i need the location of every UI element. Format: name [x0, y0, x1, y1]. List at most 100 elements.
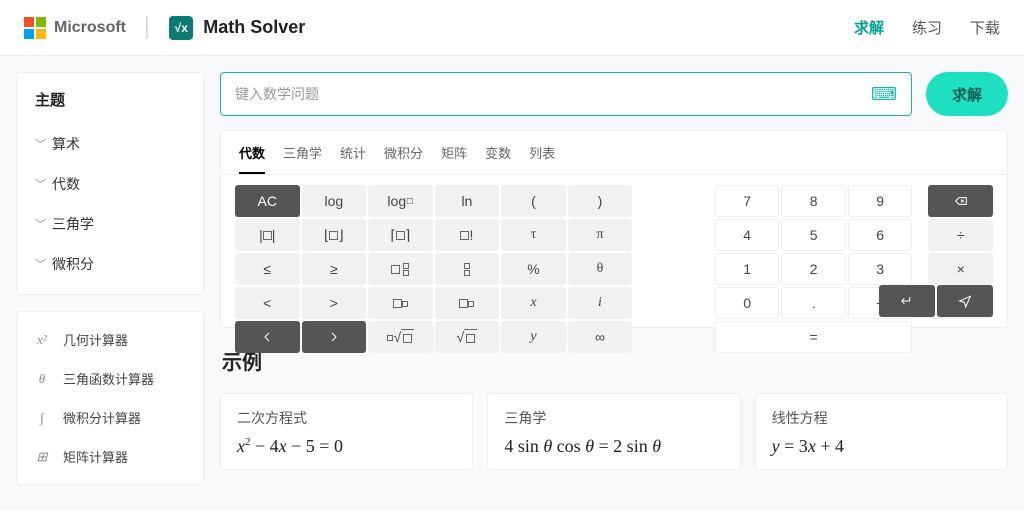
- topic-arithmetic[interactable]: ﹀算术: [35, 124, 185, 164]
- calc-trig[interactable]: θ三角函数计算器: [17, 359, 203, 398]
- backspace-icon: [953, 193, 969, 209]
- example-equation: y = 3x + 4: [772, 436, 991, 457]
- matrix-icon: ⊞: [33, 449, 51, 465]
- calc-label: 几何计算器: [63, 330, 128, 349]
- chevron-down-icon: ﹀: [35, 176, 46, 192]
- nav-practice[interactable]: 练习: [912, 17, 942, 38]
- example-name: 二次方程式: [237, 408, 456, 428]
- brand[interactable]: √x Math Solver: [169, 16, 305, 40]
- key-divide[interactable]: ÷: [928, 219, 993, 251]
- key-leq[interactable]: ≤: [235, 253, 300, 285]
- chevron-down-icon: ﹀: [35, 136, 46, 152]
- calc-matrix[interactable]: ⊞矩阵计算器: [17, 437, 203, 476]
- chevron-down-icon: ﹀: [35, 256, 46, 272]
- key-log[interactable]: log: [302, 185, 367, 217]
- key-enter[interactable]: [879, 285, 935, 317]
- key-7[interactable]: 7: [715, 185, 780, 217]
- key-abs[interactable]: ||: [235, 219, 300, 251]
- nav-solve[interactable]: 求解: [854, 17, 884, 38]
- calc-geometry[interactable]: x² 几何计算器: [17, 320, 203, 359]
- topic-trig[interactable]: ﹀ 三角学: [35, 204, 185, 244]
- key-6[interactable]: 6: [848, 219, 913, 251]
- kb-tab-stats[interactable]: 统计: [340, 143, 366, 174]
- microsoft-logo[interactable]: Microsoft: [24, 17, 126, 39]
- key-left[interactable]: [235, 321, 300, 353]
- main: ⌨ 求解 代数 三角学 统计 微积分 矩阵 变数 列表 AC log log☐ …: [220, 72, 1008, 485]
- kb-tab-algebra[interactable]: 代数: [239, 143, 265, 174]
- header: Microsoft │ √x Math Solver 求解 练习 下载: [0, 0, 1024, 56]
- key-nthroot[interactable]: √: [368, 321, 433, 353]
- microsoft-text: Microsoft: [54, 19, 126, 37]
- calc-calculus[interactable]: ∫微积分计算器: [17, 398, 203, 437]
- key-0[interactable]: 0: [715, 287, 780, 319]
- key-y[interactable]: y: [501, 321, 566, 353]
- key-4[interactable]: 4: [715, 219, 780, 251]
- key-8[interactable]: 8: [781, 185, 846, 217]
- example-name: 线性方程: [772, 408, 991, 428]
- key-backspace[interactable]: [928, 185, 993, 217]
- key-lt[interactable]: <: [235, 287, 300, 319]
- key-ac[interactable]: AC: [235, 185, 300, 217]
- keyboard-tabs: 代数 三角学 统计 微积分 矩阵 变数 列表: [221, 131, 1007, 175]
- key-dot[interactable]: .: [781, 287, 846, 319]
- x-squared-icon: x²: [33, 332, 51, 348]
- math-input[interactable]: [235, 86, 871, 102]
- kb-tab-trig[interactable]: 三角学: [283, 143, 322, 174]
- input-row: ⌨ 求解: [220, 72, 1008, 116]
- key-ceil[interactable]: ⌈⌉: [368, 219, 433, 251]
- example-trig[interactable]: 三角学 4 sin θ cos θ = 2 sin θ: [487, 393, 740, 470]
- key-multiply[interactable]: ×: [928, 253, 993, 285]
- example-linear[interactable]: 线性方程 y = 3x + 4: [755, 393, 1008, 470]
- example-equation: 4 sin θ cos θ = 2 sin θ: [504, 436, 723, 457]
- key-log-base[interactable]: log☐: [368, 185, 433, 217]
- kb-tab-calc[interactable]: 微积分: [384, 143, 423, 174]
- key-9[interactable]: 9: [848, 185, 913, 217]
- calc-label: 微积分计算器: [63, 408, 141, 427]
- key-mixed-frac[interactable]: [368, 253, 433, 285]
- key-theta[interactable]: θ: [568, 253, 633, 285]
- key-3[interactable]: 3: [848, 253, 913, 285]
- math-input-box[interactable]: ⌨: [220, 72, 912, 116]
- key-right[interactable]: [302, 321, 367, 353]
- key-2[interactable]: 2: [781, 253, 846, 285]
- examples-row: 二次方程式 x2 − 4x − 5 = 0 三角学 4 sin θ cos θ …: [220, 393, 1008, 470]
- key-power[interactable]: [435, 287, 500, 319]
- topic-label: 代数: [52, 174, 80, 194]
- topic-calculus[interactable]: ﹀微积分: [35, 244, 185, 284]
- key-gt[interactable]: >: [302, 287, 367, 319]
- key-percent[interactable]: %: [501, 253, 566, 285]
- key-pi[interactable]: π: [568, 219, 633, 251]
- key-5[interactable]: 5: [781, 219, 846, 251]
- kb-tab-matrix[interactable]: 矩阵: [441, 143, 467, 174]
- key-geq[interactable]: ≥: [302, 253, 367, 285]
- key-factorial[interactable]: !: [435, 219, 500, 251]
- keyboard-icon[interactable]: ⌨: [871, 84, 897, 105]
- math-solver-icon: √x: [169, 16, 193, 40]
- key-subscript[interactable]: [368, 287, 433, 319]
- send-icon: [957, 293, 973, 309]
- key-lparen[interactable]: (: [501, 185, 566, 217]
- key-floor[interactable]: ⌊⌋: [302, 219, 367, 251]
- key-ln[interactable]: ln: [435, 185, 500, 217]
- solve-button[interactable]: 求解: [926, 72, 1008, 116]
- kb-tab-var[interactable]: 变数: [485, 143, 511, 174]
- key-i[interactable]: i: [568, 287, 633, 319]
- key-x[interactable]: x: [501, 287, 566, 319]
- topic-algebra[interactable]: ﹀ 代数: [35, 164, 185, 204]
- key-infinity[interactable]: ∞: [568, 321, 633, 353]
- key-sqrt[interactable]: √: [435, 321, 500, 353]
- example-name: 三角学: [504, 408, 723, 428]
- key-1[interactable]: 1: [715, 253, 780, 285]
- key-frac[interactable]: [435, 253, 500, 285]
- topic-label: 三角学: [52, 214, 94, 234]
- kb-tab-list[interactable]: 列表: [529, 143, 555, 174]
- calculators-card: x² 几何计算器 θ三角函数计算器 ∫微积分计算器 ⊞矩阵计算器: [16, 311, 204, 485]
- chevron-down-icon: ﹀: [35, 216, 46, 232]
- nav-download[interactable]: 下载: [970, 17, 1000, 38]
- key-tau[interactable]: τ: [501, 219, 566, 251]
- arrow-right-icon: [326, 329, 342, 345]
- key-rparen[interactable]: ): [568, 185, 633, 217]
- key-equals[interactable]: =: [715, 321, 913, 353]
- example-quadratic[interactable]: 二次方程式 x2 − 4x − 5 = 0: [220, 393, 473, 470]
- key-submit[interactable]: [937, 285, 993, 317]
